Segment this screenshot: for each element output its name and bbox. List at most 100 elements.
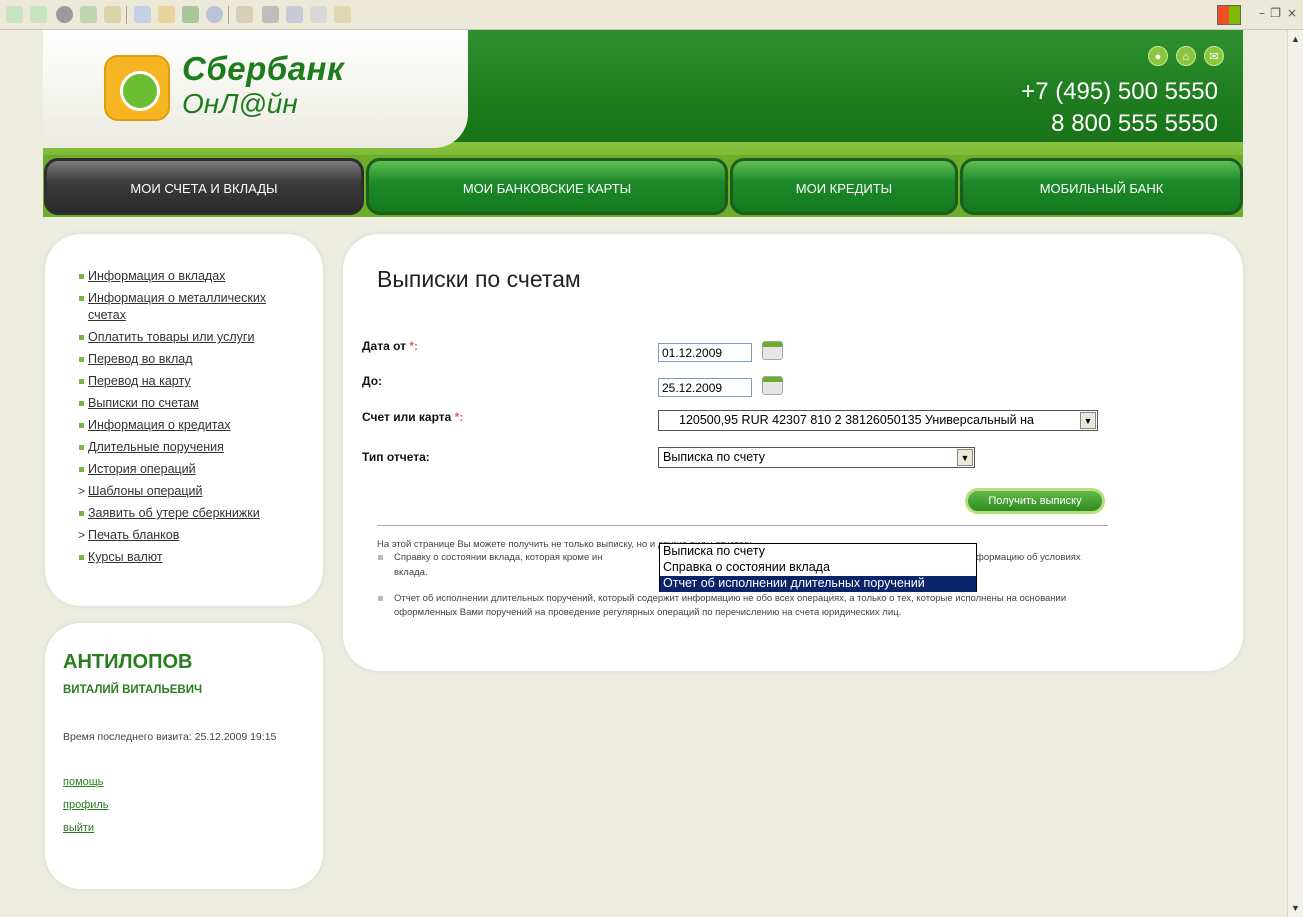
bullet-icon (79, 335, 84, 340)
toolbar-separator (228, 6, 229, 24)
sidebar-item-print-forms[interactable]: > Печать бланков (78, 527, 299, 544)
sidebar-item-deposits-info[interactable]: Информация о вкладах (79, 268, 299, 285)
bullet-icon (79, 511, 84, 516)
toolbar-separator (126, 6, 127, 24)
date-to-input[interactable]: 25.12.2009 (658, 378, 752, 397)
scroll-up-icon[interactable]: ▲ (1291, 34, 1300, 44)
account-select-value: 120500,95 RUR 42307 810 2 38126050135 Ун… (679, 413, 1034, 427)
account-select[interactable]: 120500,95 RUR 42307 810 2 38126050135 Ун… (658, 410, 1098, 431)
sidebar-item-transfer-card[interactable]: Перевод на карту (79, 373, 299, 390)
sidebar-item-label[interactable]: Курсы валют (88, 550, 163, 564)
minimize-button[interactable]: – (1259, 6, 1265, 20)
divider (377, 525, 1108, 526)
chevron-down-icon[interactable]: ▼ (1080, 412, 1096, 429)
calendar-icon[interactable] (762, 341, 783, 360)
account-label: Счет или карта *: (362, 410, 463, 424)
sidebar-item-lost-passbook[interactable]: Заявить об утере сберкнижки (79, 505, 299, 522)
sidebar-item-label[interactable]: Заявить об утере сберкнижки (88, 506, 260, 520)
sidebar-item-credits-info[interactable]: Информация о кредитах (79, 417, 299, 434)
chevron-down-icon[interactable]: ▼ (957, 449, 973, 466)
bullet-icon (79, 423, 84, 428)
print-icon[interactable] (262, 6, 279, 23)
sidebar-item-label[interactable]: История операций (88, 462, 196, 476)
messenger-icon[interactable] (334, 6, 351, 23)
report-option-selected[interactable]: Отчет об исполнении длительных поручений (660, 576, 976, 592)
sidebar-item-metal-accounts[interactable]: Информация о металлических счетах (79, 290, 299, 324)
browser-toolbar: – ❐ × (0, 0, 1303, 30)
logo-title[interactable]: Сбербанк (182, 50, 344, 88)
note-1-end: формацию об условиях (976, 552, 1081, 563)
mail-icon[interactable] (236, 6, 253, 23)
back-icon[interactable] (6, 6, 23, 23)
help-link[interactable]: помощь (63, 776, 104, 788)
bullet-icon (79, 357, 84, 362)
phone-tollfree: 8 800 555 5550 (1051, 110, 1218, 137)
tab-mobile-bank[interactable]: МОБИЛЬНЫЙ БАНК (960, 158, 1243, 215)
sidebar-item-label[interactable]: Информация о кредитах (88, 418, 231, 432)
tab-accounts-deposits[interactable]: МОИ СЧЕТА И ВКЛАДЫ (44, 158, 364, 215)
report-type-select[interactable]: Выписка по счету ▼ (658, 447, 975, 468)
sidebar-item-standing-orders[interactable]: Длительные поручения (79, 439, 299, 456)
required-mark: *: (409, 339, 419, 353)
favorites-icon[interactable] (158, 6, 175, 23)
sberbank-logo-icon[interactable] (104, 55, 170, 121)
phone-moscow: +7 (495) 500 5550 (1021, 78, 1218, 105)
bullet-icon (79, 467, 84, 472)
bullet-icon (79, 445, 84, 450)
sidebar-item-exchange-rates[interactable]: Курсы валют (79, 549, 299, 566)
logo-subtitle[interactable]: ОнЛ@йн (182, 88, 298, 120)
sidebar-item-history[interactable]: История операций (79, 461, 299, 478)
sidebar-item-templates[interactable]: > Шаблоны операций (78, 483, 299, 500)
note-bullet (378, 555, 383, 560)
bullet-icon (79, 555, 84, 560)
calendar-icon[interactable] (762, 376, 783, 395)
sidebar-item-label[interactable]: Информация о вкладах (88, 269, 225, 283)
refresh-icon[interactable] (80, 6, 97, 23)
sidebar-item-transfer-deposit[interactable]: Перевод во вклад (79, 351, 299, 368)
report-option[interactable]: Выписка по счету (660, 544, 976, 560)
search-icon[interactable] (134, 6, 151, 23)
sidebar-item-label[interactable]: Перевод во вклад (88, 352, 193, 366)
tab-bank-cards[interactable]: МОИ БАНКОВСКИЕ КАРТЫ (366, 158, 728, 215)
forward-icon[interactable] (30, 6, 47, 23)
required-mark: *: (454, 410, 464, 424)
stop-icon[interactable] (56, 6, 73, 23)
report-type-dropdown[interactable]: Выписка по счету Справка о состоянии вкл… (659, 543, 977, 592)
user-last-name: АНТИЛОПОВ (63, 651, 193, 673)
media-icon[interactable] (182, 6, 199, 23)
sidebar-item-label[interactable]: Шаблоны операций (88, 484, 202, 498)
report-type-value: Выписка по счету (663, 450, 765, 464)
sidebar-item-label[interactable]: Печать бланков (88, 528, 179, 542)
note-bullet (378, 596, 383, 601)
sber-icon[interactable]: ● (1148, 46, 1168, 66)
chevron-right-icon: > (78, 484, 86, 498)
date-from-input[interactable]: 01.12.2009 (658, 343, 752, 362)
account-label-text: Счет или карта (362, 410, 452, 424)
history-icon[interactable] (206, 6, 223, 23)
mail-icon[interactable]: ✉ (1204, 46, 1224, 66)
sidebar-item-payments[interactable]: Оплатить товары или услуги (79, 329, 299, 346)
sidebar-item-statements[interactable]: Выписки по счетам (79, 395, 299, 412)
bullet-icon (79, 274, 84, 279)
scroll-down-icon[interactable]: ▼ (1291, 903, 1300, 913)
page-title: Выписки по счетам (377, 266, 581, 292)
report-type-label: Тип отчета: (362, 450, 430, 464)
home-icon[interactable]: ⌂ (1176, 46, 1196, 66)
close-button[interactable]: × (1287, 6, 1297, 20)
profile-link[interactable]: профиль (63, 799, 109, 811)
sidebar-item-label[interactable]: Информация о металлических счетах (88, 291, 266, 322)
logout-link[interactable]: выйти (63, 822, 94, 834)
restore-button[interactable]: ❐ (1270, 6, 1281, 20)
get-statement-button[interactable]: Получить выписку (965, 488, 1105, 514)
date-to-label: До: (362, 374, 383, 388)
discuss-icon[interactable] (310, 6, 327, 23)
tab-credits[interactable]: МОИ КРЕДИТЫ (730, 158, 958, 215)
vertical-scrollbar[interactable]: ▲ ▼ (1287, 30, 1303, 917)
sidebar-item-label[interactable]: Длительные поручения (88, 440, 224, 454)
home-icon[interactable] (104, 6, 121, 23)
report-option[interactable]: Справка о состоянии вклада (660, 560, 976, 576)
edit-icon[interactable] (286, 6, 303, 23)
sidebar-item-label[interactable]: Выписки по счетам (88, 396, 199, 410)
sidebar-item-label[interactable]: Оплатить товары или услуги (88, 330, 254, 344)
sidebar-item-label[interactable]: Перевод на карту (88, 374, 191, 388)
